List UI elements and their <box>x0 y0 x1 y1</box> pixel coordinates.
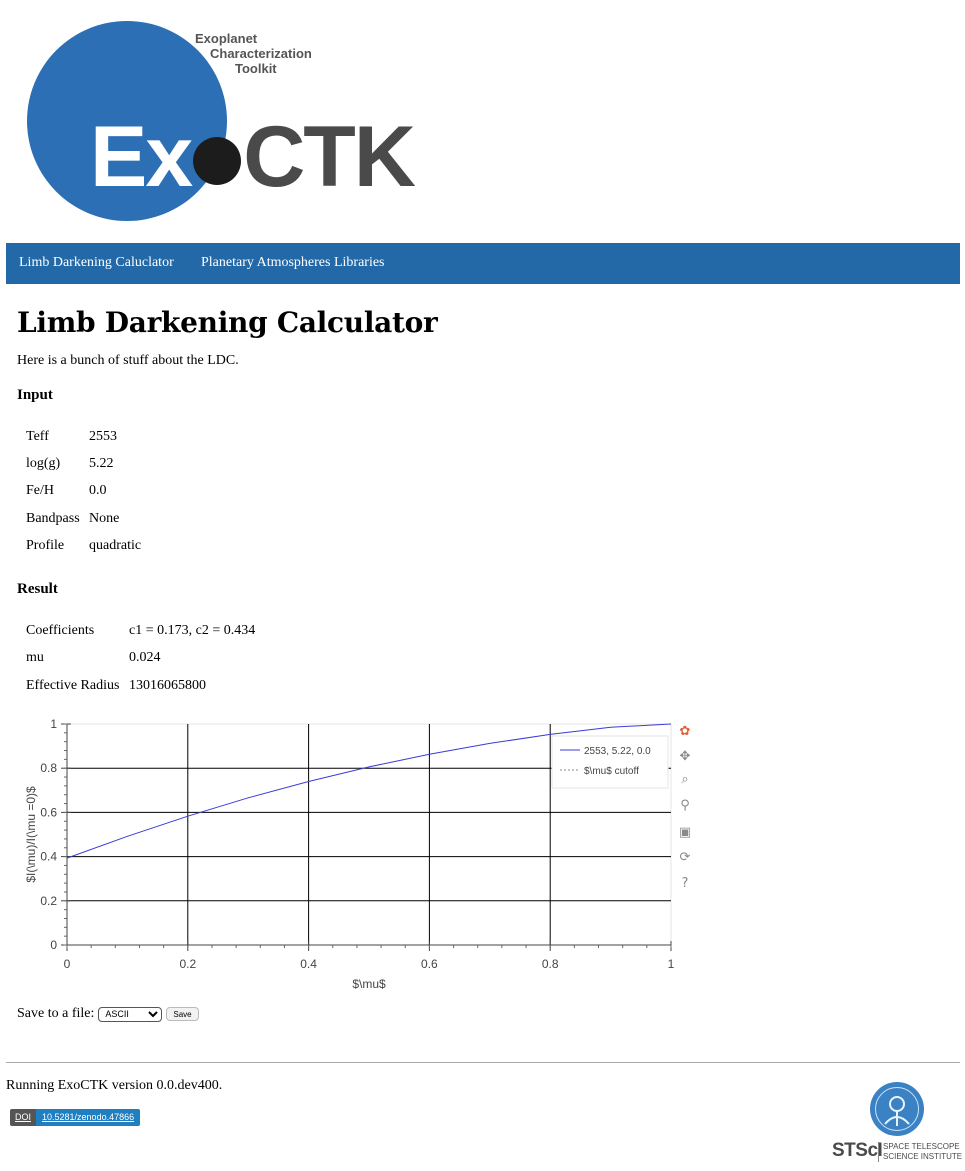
nav-limb-darkening[interactable]: Limb Darkening Caluclator <box>19 255 174 271</box>
legend-label-1: $\mu$ cutoff <box>584 766 639 777</box>
bokeh-logo-icon[interactable]: ✿ <box>677 724 693 740</box>
stsci-name-line1: SPACE TELESCOPE <box>883 1142 960 1151</box>
wheel-zoom-icon[interactable]: ⚲ <box>677 798 693 814</box>
logo-ctk: CTK <box>243 109 416 205</box>
save-row: Save to a file: ASCII Save <box>17 1006 199 1022</box>
input-key-bandpass: Bandpass <box>26 511 80 526</box>
x-tick-label-4: 0.8 <box>542 957 559 971</box>
navbar: Limb Darkening Caluclator Planetary Atmo… <box>6 243 960 284</box>
y-axis-label: $I(\mu)/I(\mu =0)$ <box>24 786 38 883</box>
input-value-feh: 0.0 <box>89 483 107 498</box>
nav-planetary-atmospheres[interactable]: Planetary Atmospheres Libraries <box>201 255 385 271</box>
pan-icon[interactable]: ✥ <box>677 749 693 765</box>
input-value-teff: 2553 <box>89 429 117 444</box>
result-value-mu: 0.024 <box>129 650 161 665</box>
input-key-logg: log(g) <box>26 456 61 471</box>
logo-dot <box>193 137 242 185</box>
result-key-effective-radius: Effective Radius <box>26 678 120 693</box>
stsci-emblem-icon <box>870 1082 924 1136</box>
result-key-mu: mu <box>26 650 44 665</box>
limb-darkening-plot[interactable]: 0 0.2 0.4 0.6 0.8 1 0 0.2 0.4 0.6 0.8 1 $\mu$ $I(\mu)… <box>16 712 706 1002</box>
y-tick-label-0: 0 <box>50 938 57 952</box>
doi-label: DOI <box>10 1109 37 1126</box>
legend-box <box>551 735 669 789</box>
result-heading: Result <box>17 581 58 597</box>
result-value-coefficients: c1 = 0.173, c2 = 0.434 <box>129 623 256 638</box>
y-tick-label-2: 0.4 <box>40 850 57 864</box>
page-intro: Here is a bunch of stuff about the LDC. <box>17 353 239 368</box>
format-select[interactable]: ASCII <box>98 1006 163 1022</box>
x-tick-label-2: 0.4 <box>300 957 317 971</box>
help-icon[interactable]: ? <box>677 876 693 892</box>
stsci-name: SPACE TELESCOPE SCIENCE INSTITUTE <box>878 1142 962 1162</box>
x-tick-label-3: 0.6 <box>421 957 438 971</box>
chart-svg[interactable]: 0 0.2 0.4 0.6 0.8 1 0 0.2 0.4 0.6 0.8 1 $\mu$ $I(\mu)… <box>16 712 706 1002</box>
doi-badge[interactable]: DOI 10.5281/zenodo.47866 <box>10 1109 141 1126</box>
stsci-logo: STScI SPACE TELESCOPE SCIENCE INSTITUTE <box>830 1080 962 1168</box>
input-value-logg: 5.22 <box>89 456 114 471</box>
input-value-profile: quadratic <box>89 538 142 553</box>
logo-ex: Ex <box>90 109 193 205</box>
input-value-bandpass: None <box>89 511 120 526</box>
input-key-teff: Teff <box>26 429 49 444</box>
version-text: Running ExoCTK version 0.0.dev400. <box>6 1078 223 1093</box>
x-axis-label: $\mu$ <box>352 977 386 991</box>
reset-icon[interactable]: ⟳ <box>677 850 693 866</box>
y-tick-label-4: 0.8 <box>40 761 57 775</box>
x-tick-label-0: 0 <box>64 957 71 971</box>
save-label: Save to a file: <box>17 1006 95 1021</box>
footer-divider <box>6 1062 960 1063</box>
y-tick-label-3: 0.6 <box>40 805 57 819</box>
x-tick-label-1: 0.2 <box>179 957 196 971</box>
save-icon[interactable]: ▣ <box>677 825 693 841</box>
legend-label-0: 2553, 5.22, 0.0 <box>584 746 651 757</box>
logo-line-toolkit: Toolkit <box>235 61 277 76</box>
y-tick-label-1: 0.2 <box>40 894 57 908</box>
save-button[interactable]: Save <box>166 1007 199 1021</box>
stsci-abbr: STScI <box>832 1140 883 1161</box>
logo-wordmark: Ex CTK <box>90 109 416 205</box>
input-key-feh: Fe/H <box>26 483 54 498</box>
y-tick-label-5: 1 <box>50 717 57 731</box>
page-title: Limb Darkening Calculator <box>17 306 438 339</box>
logo-line-exoplanet: Exoplanet <box>195 31 258 46</box>
box-zoom-icon[interactable]: ⌕ <box>677 772 693 788</box>
exoctk-logo: Exoplanet Characterization Toolkit Ex CTK <box>0 0 430 235</box>
x-tick-label-5: 1 <box>668 957 675 971</box>
result-value-effective-radius: 13016065800 <box>129 678 206 693</box>
input-heading: Input <box>17 387 53 403</box>
doi-value: 10.5281/zenodo.47866 <box>36 1109 141 1126</box>
logo-line-characterization: Characterization <box>210 46 312 61</box>
input-key-profile: Profile <box>26 538 65 553</box>
result-key-coefficients: Coefficients <box>26 623 95 638</box>
stsci-name-line2: SCIENCE INSTITUTE <box>883 1152 963 1161</box>
